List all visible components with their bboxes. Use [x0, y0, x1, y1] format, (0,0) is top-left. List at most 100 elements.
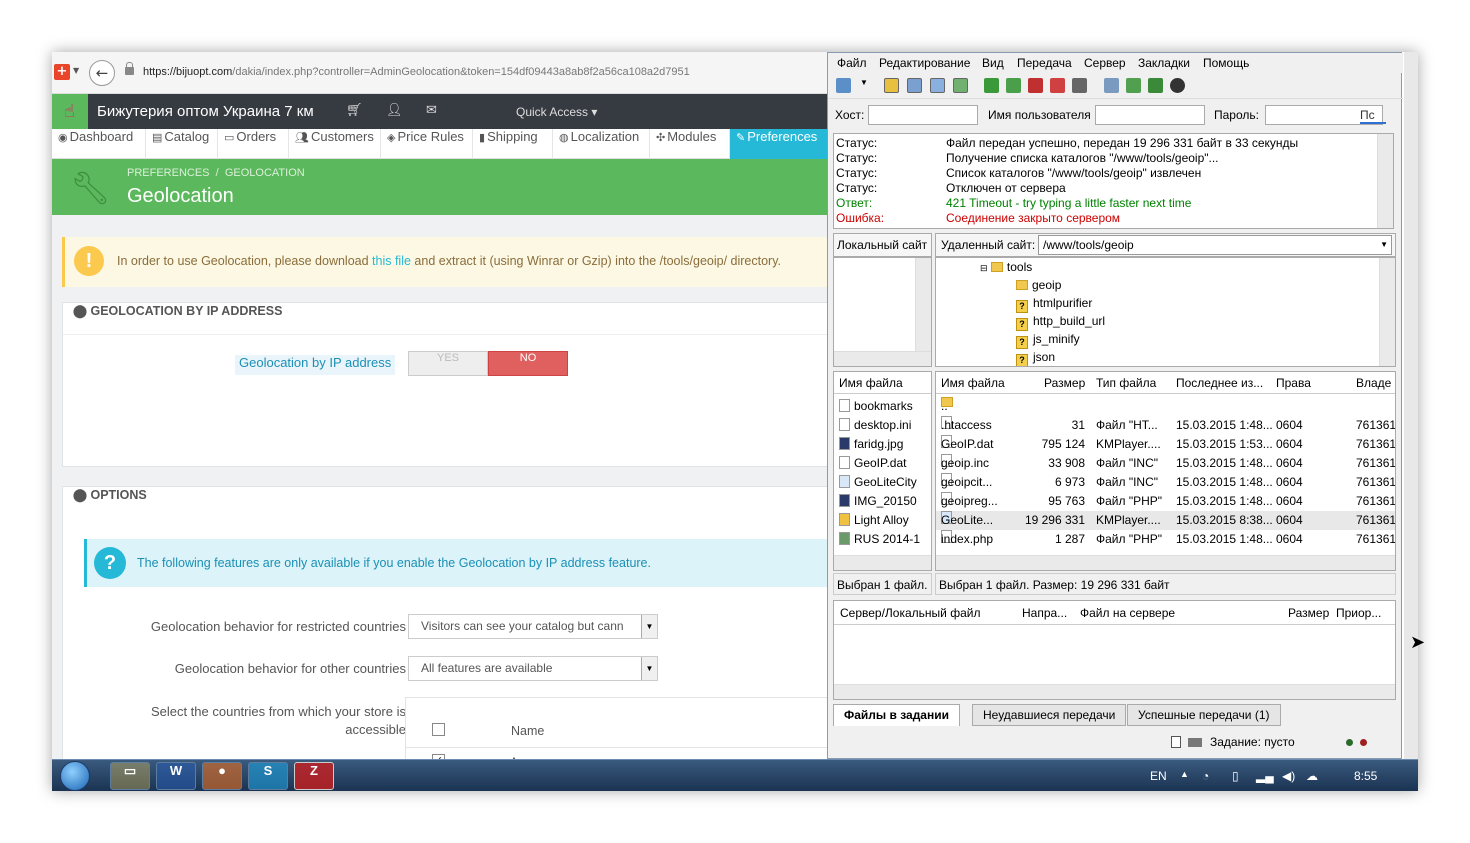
binary-mode-icon[interactable]: [1188, 738, 1202, 747]
sync-browse-icon[interactable]: [1148, 78, 1163, 93]
other-behavior-select[interactable]: All features are available ▼: [408, 656, 658, 681]
remote-file-row-selected[interactable]: GeoLite... 19 296 331 KMPlayer.... 15.03.20…: [936, 511, 1395, 530]
local-tree-hscrollbar[interactable]: [834, 351, 931, 366]
user-icon[interactable]: 👤︎: [386, 103, 403, 118]
quick-access-button[interactable]: Quick Access ▾: [516, 105, 597, 119]
disconnect-icon[interactable]: [1050, 78, 1065, 93]
local-file-row[interactable]: IMG_20150: [839, 492, 917, 511]
restricted-behavior-select[interactable]: Visitors can see your catalog but cann ▼: [408, 614, 658, 639]
local-file-row[interactable]: GeoLiteCity: [839, 473, 917, 492]
col-modified[interactable]: Последнее из...: [1176, 372, 1263, 394]
chevron-up-icon[interactable]: ▲: [1180, 769, 1189, 779]
user-input[interactable]: [1095, 105, 1205, 125]
tab-queued-files[interactable]: Файлы в задании: [833, 704, 960, 726]
remote-file-row[interactable]: geoipreg... 95 763 Файл "PHP" 15.03.2015 1:…: [936, 492, 1395, 511]
refresh-icon[interactable]: [984, 78, 999, 93]
chevron-down-icon[interactable]: ▼: [73, 66, 79, 75]
queue-col-priority[interactable]: Приор...: [1336, 601, 1381, 625]
col-size[interactable]: Размер: [1044, 372, 1085, 394]
col-owner[interactable]: Владе: [1356, 372, 1391, 394]
cart-icon[interactable]: 🛒︎: [346, 103, 363, 118]
remote-file-row[interactable]: geoip.inc 33 908 Файл "INC" 15.03.2015 1:48…: [936, 454, 1395, 473]
cloud-icon[interactable]: ☁: [1306, 769, 1318, 783]
remote-file-row[interactable]: ..: [936, 397, 1395, 416]
queue-hscrollbar[interactable]: [834, 684, 1395, 699]
signal-icon[interactable]: ▂▄: [1256, 769, 1274, 783]
menu-customers[interactable]: 👥︎ Customers: [289, 129, 381, 159]
chevron-down-icon[interactable]: ▼: [641, 657, 657, 680]
col-permissions[interactable]: Права: [1276, 372, 1311, 394]
mail-icon[interactable]: ✉: [426, 103, 437, 118]
toggle-yes[interactable]: YES: [408, 351, 488, 376]
menu-price-rules[interactable]: ◈ Price Rules: [381, 129, 473, 159]
menu-bookmarks[interactable]: Закладки: [1138, 56, 1190, 70]
toggle-local-tree-icon[interactable]: [907, 78, 922, 93]
tree-item[interactable]: ? http_build_url: [1016, 314, 1105, 331]
remote-file-row[interactable]: GeoIP.dat 795 124 KMPlayer.... 15.03.2015 1…: [936, 435, 1395, 454]
tree-item-tools[interactable]: ⊟ tools: [980, 260, 1032, 274]
tree-item[interactable]: ? js_minify: [1016, 332, 1080, 349]
battery-icon[interactable]: ▯: [1232, 769, 1239, 783]
menu-server[interactable]: Сервер: [1084, 56, 1126, 70]
tab-successful-transfers[interactable]: Успешные передачи (1): [1127, 704, 1281, 726]
menu-localization[interactable]: ◍ Localization: [553, 129, 650, 159]
col-filename[interactable]: Имя файла: [941, 372, 1005, 394]
word-taskbar-icon[interactable]: W: [156, 762, 196, 790]
queue-col-local[interactable]: Сервер/Локальный файл: [840, 601, 980, 625]
tree-item-geoip[interactable]: geoip: [1016, 278, 1061, 292]
filezilla-taskbar-icon[interactable]: Z: [294, 762, 334, 790]
menu-edit[interactable]: Редактирование: [879, 56, 970, 70]
host-input[interactable]: [868, 105, 978, 125]
log-scrollbar[interactable]: [1377, 134, 1393, 228]
addon-plus-icon[interactable]: +: [54, 64, 70, 80]
local-tree[interactable]: [833, 257, 932, 367]
chevron-down-icon[interactable]: ▼: [860, 78, 870, 93]
select-all-checkbox[interactable]: [432, 723, 445, 736]
breadcrumb-geolocation[interactable]: GEOLOCATION: [225, 167, 305, 179]
remote-tree[interactable]: ⊟ tools geoip ? htmlpurifier ? http_build_…: [935, 257, 1396, 367]
compare-icon[interactable]: [1126, 78, 1141, 93]
menu-preferences[interactable]: ✎ Preferences: [730, 129, 832, 159]
site-manager-icon[interactable]: [836, 78, 851, 93]
queue-col-direction[interactable]: Напра...: [1022, 601, 1067, 625]
menu-help[interactable]: Помощь: [1203, 56, 1249, 70]
filter-icon[interactable]: [1104, 78, 1119, 93]
local-file-row[interactable]: desktop.ini: [839, 416, 911, 435]
menu-file[interactable]: Файл: [837, 56, 867, 70]
tab-failed-transfers[interactable]: Неудавшиеся передачи: [972, 704, 1127, 726]
tree-item[interactable]: ? htmlpurifier: [1016, 296, 1092, 313]
menu-view[interactable]: Вид: [982, 56, 1004, 70]
remote-file-row[interactable]: index.php 1 287 Файл "PHP" 15.03.2015 1:48.…: [936, 530, 1395, 549]
start-button[interactable]: [60, 761, 90, 791]
clock[interactable]: 8:55: [1354, 769, 1377, 783]
menu-orders[interactable]: ▭ Orders: [218, 129, 289, 159]
volume-icon[interactable]: ◀): [1282, 769, 1295, 783]
firefox-taskbar-icon[interactable]: ●: [202, 762, 242, 790]
cancel-icon[interactable]: [1028, 78, 1043, 93]
local-file-row[interactable]: RUS 2014-1: [839, 530, 920, 549]
quickconnect-button[interactable]: Пс: [1360, 108, 1386, 124]
download-file-link[interactable]: this file: [372, 254, 411, 268]
toggle-log-icon[interactable]: [884, 78, 899, 93]
queue-col-remote[interactable]: Файл на сервере: [1080, 601, 1175, 625]
local-file-row[interactable]: bookmarks: [839, 397, 913, 416]
menu-shipping[interactable]: ▮ Shipping: [473, 129, 553, 159]
toggle-no[interactable]: NO: [488, 351, 568, 376]
logo-icon[interactable]: [52, 94, 88, 129]
remote-file-row[interactable]: .htaccess 31 Файл "HT... 15.03.2015 1:48...…: [936, 416, 1395, 435]
local-tree-scrollbar[interactable]: [915, 258, 931, 353]
menu-transfer[interactable]: Передача: [1017, 56, 1072, 70]
local-file-row[interactable]: faridg.jpg: [839, 435, 903, 454]
shop-name[interactable]: Бижутерия оптом Украина 7 км: [97, 103, 314, 120]
local-list-hscrollbar[interactable]: [834, 555, 931, 570]
toggle-queue-icon[interactable]: [953, 78, 968, 93]
local-file-row[interactable]: GeoIP.dat: [839, 454, 907, 473]
breadcrumb-preferences[interactable]: PREFERENCES: [127, 167, 210, 179]
url-field[interactable]: https://bijuopt.com/dakia/index.php?cont…: [143, 66, 690, 78]
local-file-row[interactable]: Light Alloy: [839, 511, 909, 530]
search-icon[interactable]: [1170, 78, 1185, 93]
menu-modules[interactable]: ✣ Modules: [650, 129, 730, 159]
toggle-remote-tree-icon[interactable]: [930, 78, 945, 93]
reconnect-icon[interactable]: [1072, 78, 1087, 93]
queue-col-size[interactable]: Размер: [1288, 601, 1329, 625]
